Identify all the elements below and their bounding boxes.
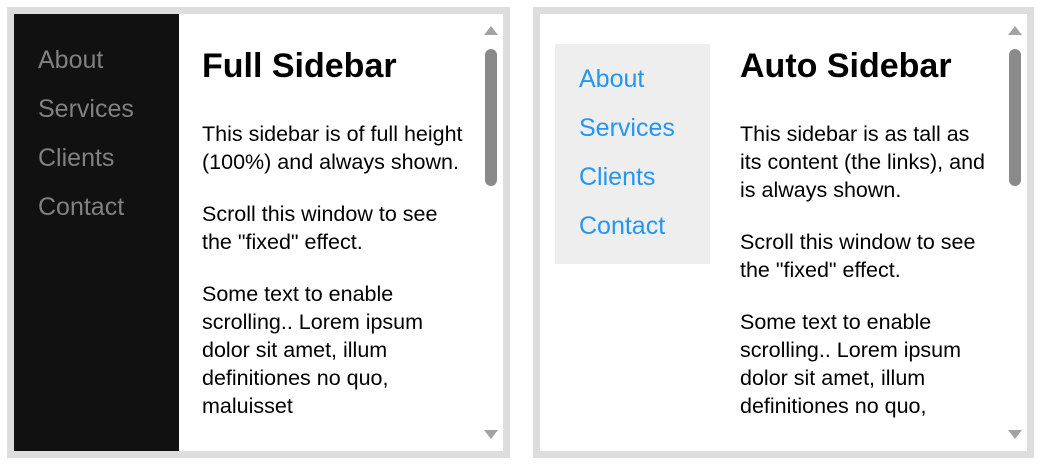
- page-title: Full Sidebar: [202, 47, 397, 85]
- auto-sidebar-content: Auto Sidebar This sidebar is as tall as …: [740, 14, 995, 420]
- auto-sidebar: About Services Clients Contact: [555, 44, 710, 264]
- vertical-scrollbar[interactable]: [1003, 14, 1027, 451]
- scroll-down-arrow-icon[interactable]: [484, 430, 498, 439]
- content-paragraph: Scroll this window to see the "fixed" ef…: [740, 230, 976, 282]
- nav-link-contact[interactable]: Contact: [555, 202, 710, 251]
- scroll-up-arrow-icon[interactable]: [484, 26, 498, 35]
- content-paragraph: Some text to enable scrolling.. Lorem ip…: [202, 282, 424, 418]
- page-title: Auto Sidebar: [740, 47, 952, 85]
- full-sidebar-frame: About Services Clients Contact Full Side…: [7, 7, 510, 458]
- content-paragraph: This sidebar is of full height (100%) an…: [202, 122, 463, 174]
- nav-link-about[interactable]: About: [14, 36, 179, 85]
- vertical-scrollbar[interactable]: [479, 14, 503, 451]
- scroll-down-arrow-icon[interactable]: [1008, 430, 1022, 439]
- full-sidebar: About Services Clients Contact: [14, 14, 179, 451]
- scroll-thumb[interactable]: [485, 49, 497, 186]
- nav-link-services[interactable]: Services: [555, 104, 710, 153]
- nav-link-services[interactable]: Services: [14, 85, 179, 134]
- nav-link-contact[interactable]: Contact: [14, 183, 179, 232]
- full-sidebar-nav: About Services Clients Contact: [14, 14, 179, 232]
- full-sidebar-content: Full Sidebar This sidebar is of full hei…: [202, 14, 472, 420]
- nav-link-about[interactable]: About: [555, 55, 710, 104]
- nav-link-clients[interactable]: Clients: [555, 153, 710, 202]
- nav-link-clients[interactable]: Clients: [14, 134, 179, 183]
- auto-sidebar-frame: About Services Clients Contact Auto Side…: [533, 7, 1034, 458]
- content-paragraph: This sidebar is as tall as its content (…: [740, 122, 985, 202]
- scroll-thumb[interactable]: [1009, 49, 1021, 186]
- scroll-up-arrow-icon[interactable]: [1008, 26, 1022, 35]
- content-paragraph: Scroll this window to see the "fixed" ef…: [202, 202, 438, 254]
- content-paragraph: Some text to enable scrolling.. Lorem ip…: [740, 310, 962, 418]
- auto-sidebar-nav: About Services Clients Contact: [555, 44, 710, 251]
